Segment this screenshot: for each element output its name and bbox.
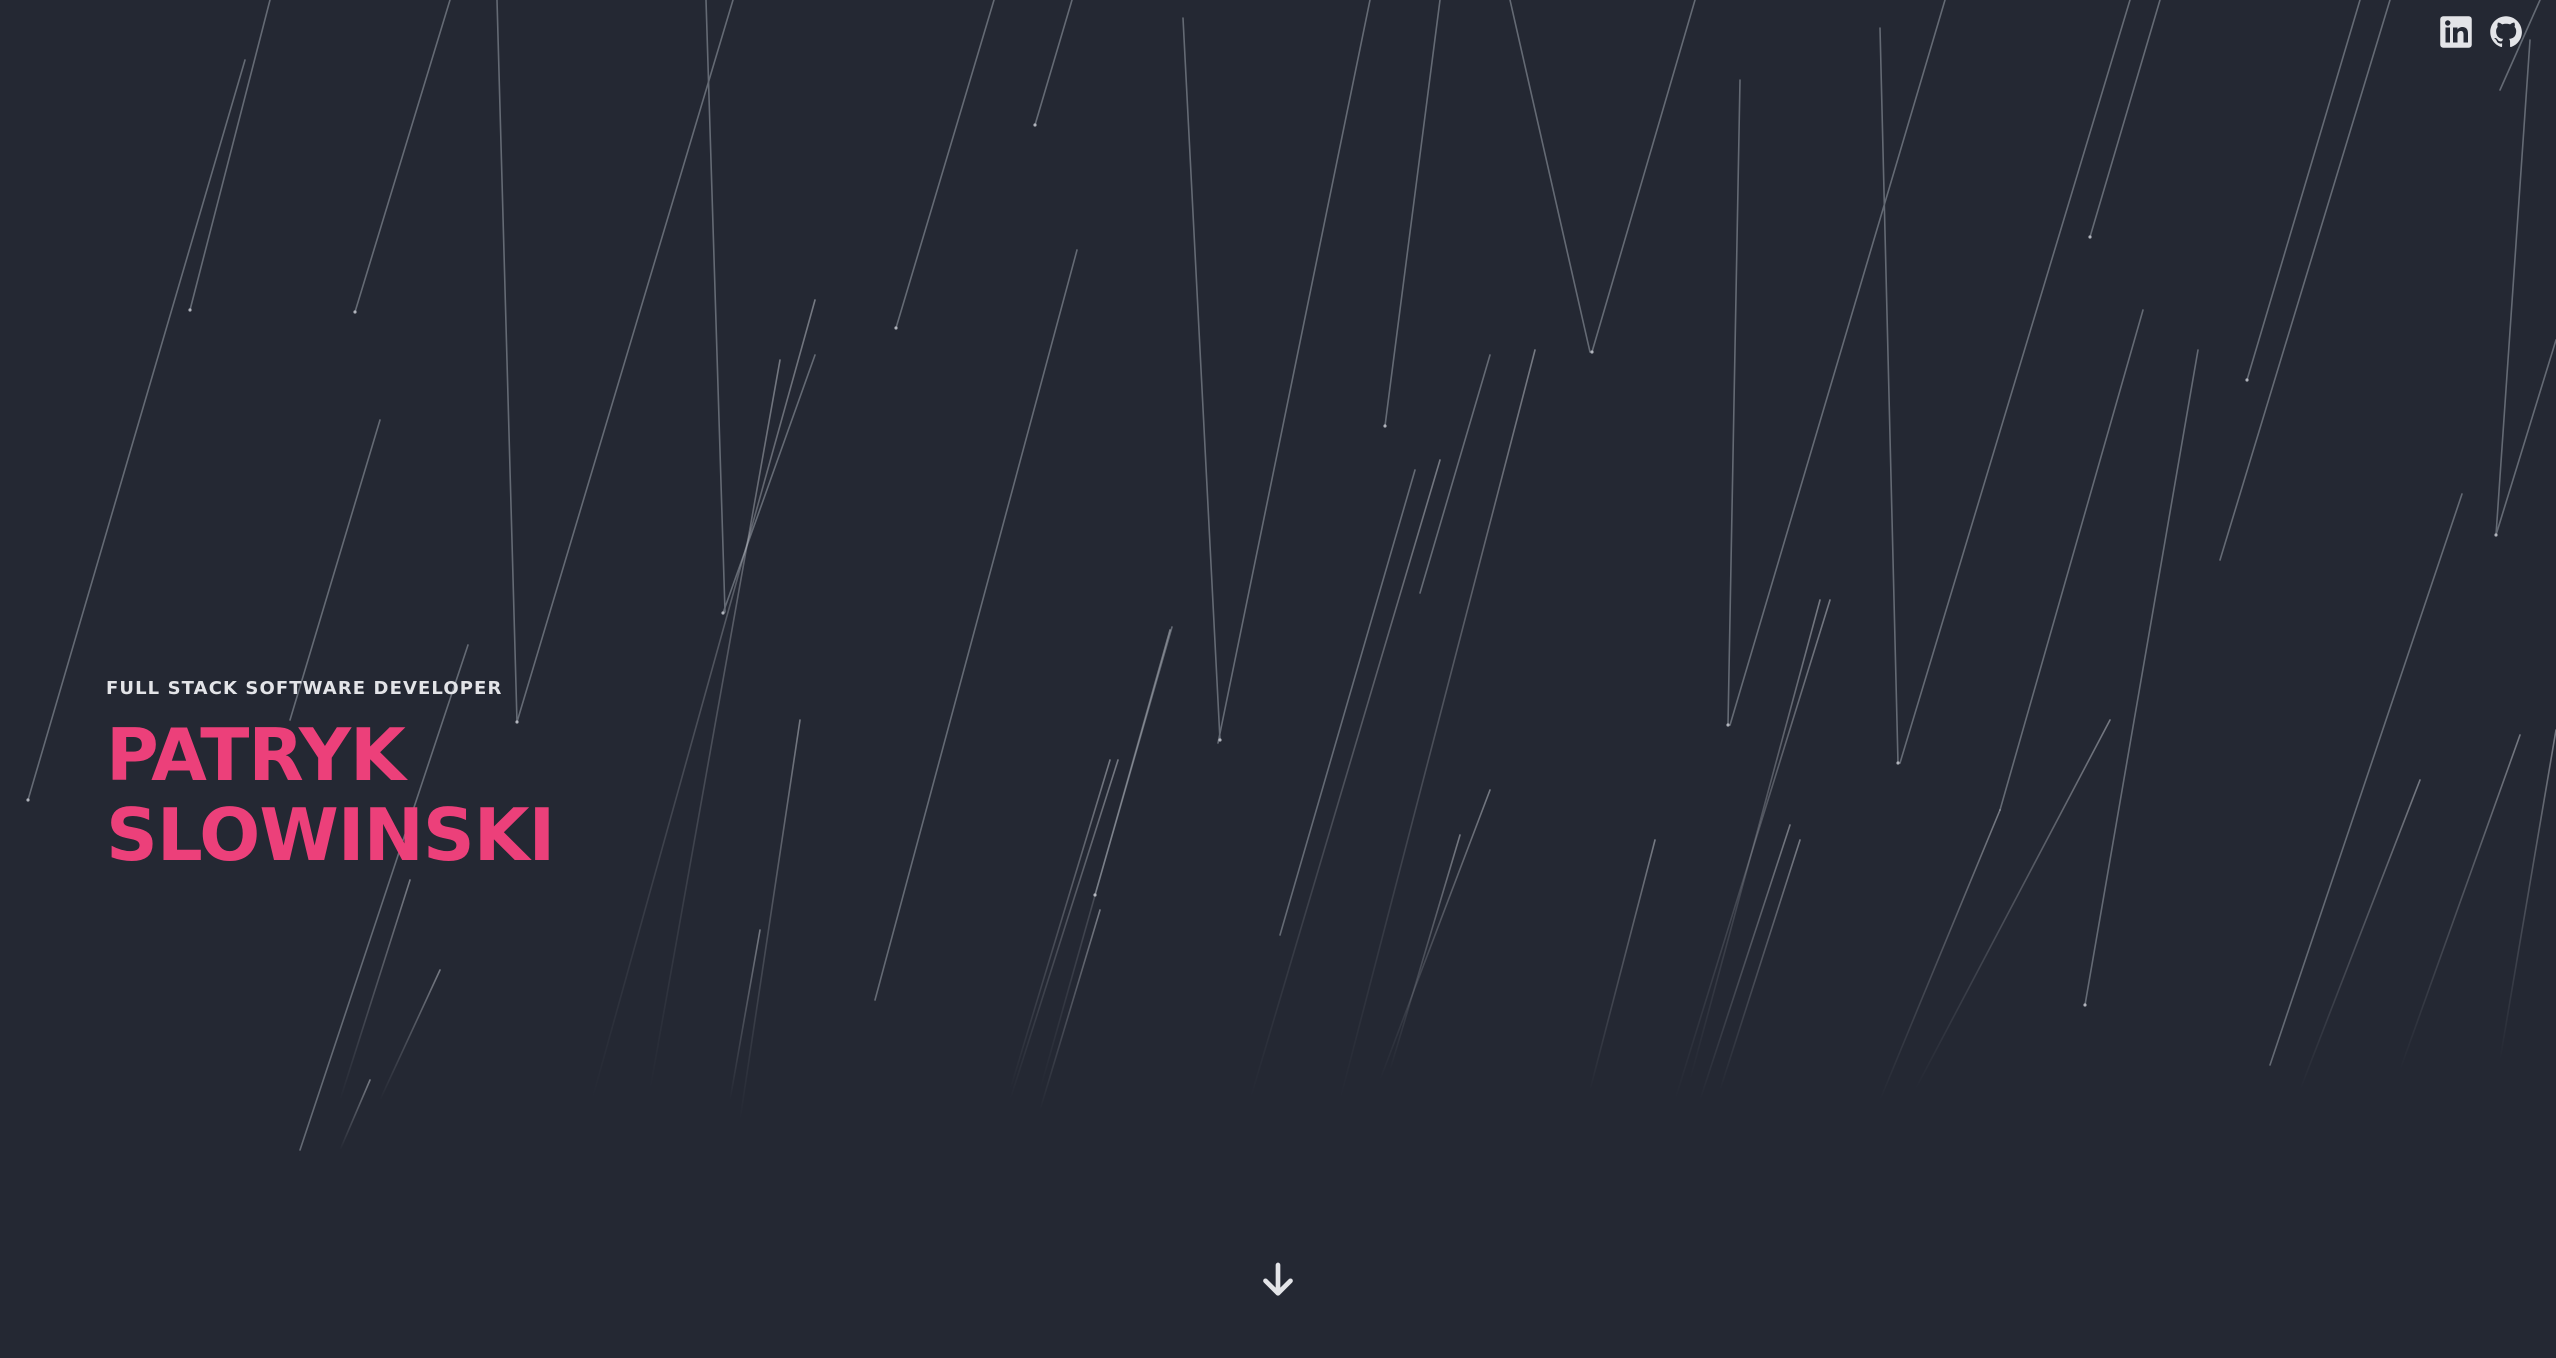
name-last: SLOWINSKI	[106, 793, 555, 877]
github-icon	[2490, 16, 2522, 48]
developer-name: PATRYK SLOWINSKI	[106, 713, 555, 877]
rain-streaks-fading	[339, 299, 2556, 1151]
job-title: FULL STACK SOFTWARE DEVELOPER	[106, 678, 503, 699]
name-first: PATRYK	[106, 713, 406, 797]
linkedin-icon	[2440, 16, 2472, 48]
arrow-down-icon	[1263, 1262, 1293, 1296]
scroll-down-button[interactable]	[1258, 1260, 1298, 1300]
hero-section: FULL STACK SOFTWARE DEVELOPER PATRYK SLO…	[0, 0, 2556, 1358]
intro: FULL STACK SOFTWARE DEVELOPER PATRYK SLO…	[106, 678, 555, 877]
github-link[interactable]	[2488, 14, 2524, 50]
linkedin-link[interactable]	[2438, 14, 2474, 50]
social-links	[2438, 14, 2524, 50]
rain-streaks	[27, 0, 2556, 1151]
